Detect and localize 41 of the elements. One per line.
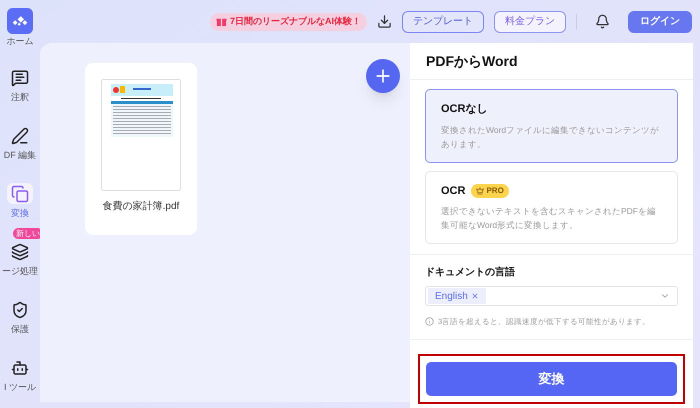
file-name: 食費の家計簿.pdf: [102, 200, 180, 214]
ocr-option[interactable]: OCRなし 変換されたWordファイルに編集できないコンテンツがあります。: [425, 89, 678, 162]
sidebar-item[interactable]: ホーム: [6, 35, 34, 47]
shield-icon[interactable]: [11, 300, 29, 318]
sidebar-item[interactable]: ージ処理: [2, 265, 38, 277]
robot-icon[interactable]: [11, 358, 29, 376]
bell-icon[interactable]: [595, 14, 610, 29]
new-badge: 新しい: [13, 228, 43, 239]
login-button[interactable]: ログイン: [628, 10, 692, 32]
sidebar-item[interactable]: 保護: [11, 323, 29, 335]
convert-button[interactable]: 変換: [426, 362, 677, 396]
template-button[interactable]: テンプレート: [402, 10, 484, 32]
file-card[interactable]: 食費の家計簿.pdf: [85, 63, 197, 235]
download-icon[interactable]: [377, 14, 392, 29]
option-description: 選択できないテキストを含むスキャンされたPDFを編集可能なWord形式に変換します。: [441, 205, 657, 232]
promo-banner[interactable]: 7日間のリーズナブルなAI体験！: [210, 12, 367, 30]
logo-icon[interactable]: [7, 5, 33, 37]
layers-icon[interactable]: [11, 242, 29, 260]
convert-icon[interactable]: [11, 184, 29, 202]
sidebar-item[interactable]: 注釈: [11, 91, 29, 103]
panel-title: PDFからWord: [426, 52, 518, 70]
sidebar-item[interactable]: 変換: [11, 207, 29, 219]
remove-icon[interactable]: [470, 292, 479, 300]
option-title: OCRなし: [441, 102, 488, 117]
info-icon: [425, 317, 434, 326]
promo-text: 7日間のリーズナブルなAI体験！: [230, 14, 361, 28]
pen-icon[interactable]: [11, 126, 29, 144]
crown-icon: [476, 186, 484, 195]
comment-icon[interactable]: [11, 68, 29, 86]
language-select[interactable]: English: [425, 286, 678, 306]
option-description: 変換されたWordファイルに編集できないコンテンツがあります。: [441, 124, 660, 150]
option-title: OCR: [441, 184, 466, 198]
sidebar-item[interactable]: DF 編集: [4, 149, 36, 161]
ocr-option[interactable]: OCR PRO 選択できないテキストを含むスキャンされたPDFを編集可能なWord形式に変換します。: [425, 170, 678, 244]
language-label: ドキュメントの言語: [425, 265, 516, 280]
pricing-button[interactable]: 料金プラン: [494, 10, 566, 32]
add-button[interactable]: [366, 59, 400, 93]
pro-badge: PRO: [471, 184, 509, 198]
language-tag[interactable]: English: [428, 288, 486, 304]
sidebar-item[interactable]: I ツール: [4, 381, 36, 393]
gift-icon: [216, 16, 227, 27]
